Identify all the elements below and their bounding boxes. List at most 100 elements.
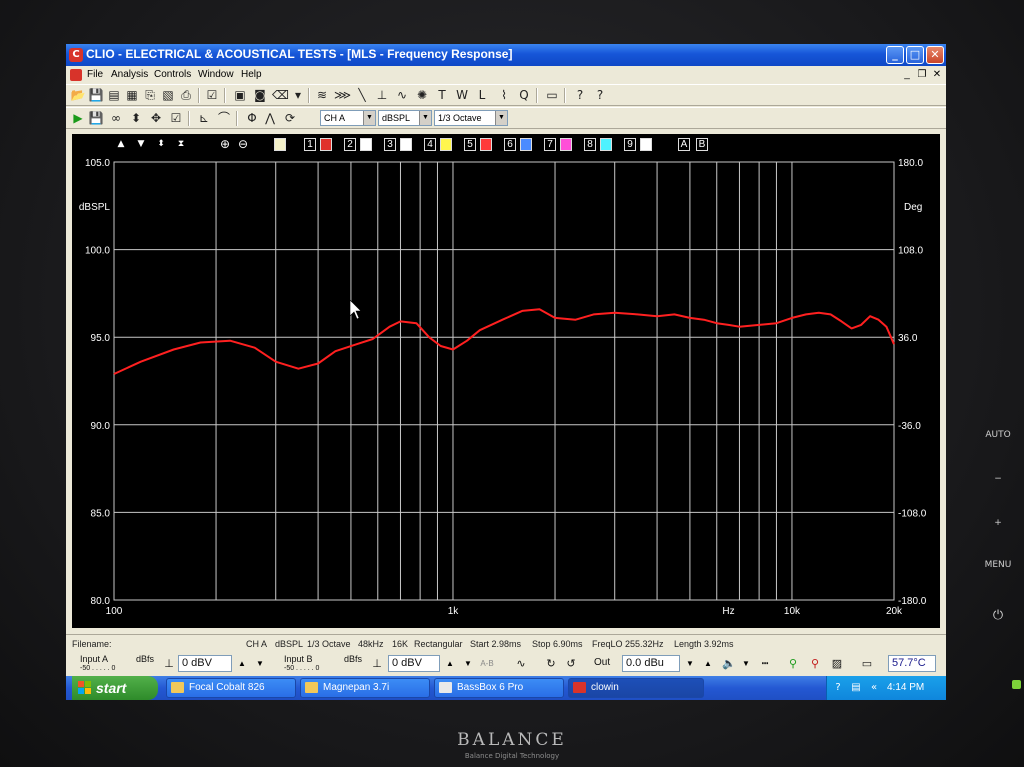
generator-icon[interactable]: ┅ (758, 657, 772, 671)
task-bassbox[interactable]: BassBox 6 Pro (434, 678, 564, 698)
input-b-up-icon[interactable]: ▲ (446, 659, 454, 668)
input-a-up-icon[interactable]: ▲ (238, 659, 246, 668)
arrow-tray-icon[interactable]: « (867, 681, 881, 695)
trace-5-button[interactable]: 5 (464, 138, 476, 151)
wave-icon[interactable]: ∿ (394, 88, 410, 103)
task-focal-cobalt[interactable]: Focal Cobalt 826 (166, 678, 296, 698)
task-magnepan[interactable]: Magnepan 3.7i (300, 678, 430, 698)
title-bar[interactable]: C CLIO - ELECTRICAL & ACOUSTICAL TESTS -… (66, 44, 946, 66)
menu-help[interactable]: Help (241, 69, 262, 80)
output-menu-icon[interactable]: ▼ (742, 659, 750, 668)
mdi-close-icon[interactable]: ✕ (930, 69, 944, 81)
menu-controls[interactable]: Controls (154, 69, 191, 80)
curve-icon[interactable]: ⌒ (216, 111, 232, 126)
output-up-icon[interactable]: ▲ (704, 659, 712, 668)
network-tray-icon[interactable]: ▤ (849, 681, 863, 695)
mdi-child-icon[interactable] (70, 69, 82, 81)
menu-window[interactable]: Window (198, 69, 234, 80)
refresh-icon[interactable]: ⟳ (282, 111, 298, 126)
speaker-icon[interactable]: 🔈 (722, 657, 736, 671)
trace-5-color-swatch[interactable] (480, 138, 492, 151)
loop-device-icon[interactable]: ▭ (860, 657, 874, 671)
minimize-button[interactable]: _ (886, 46, 904, 64)
snapshot-icon[interactable]: ◙ (252, 88, 268, 103)
marker-icon[interactable]: ⬍ (128, 111, 144, 126)
linearity-icon[interactable]: ⌇ (496, 88, 512, 103)
a-to-b-icon[interactable]: A-B (480, 657, 494, 671)
close-button[interactable]: ✕ (926, 46, 944, 64)
ts-icon[interactable]: T (434, 88, 450, 103)
trace-4-color-swatch[interactable] (440, 138, 452, 151)
move-icon[interactable]: ✥ (148, 111, 164, 126)
save-icon[interactable]: 💾 (88, 88, 104, 103)
mls-icon[interactable]: ╲ (354, 88, 370, 103)
overlay-a-button[interactable]: A (678, 138, 690, 151)
trace-9-color-swatch[interactable] (640, 138, 652, 151)
dropdown-icon[interactable]: ▾ (290, 88, 306, 103)
frequency-response-chart[interactable]: 105.0100.095.090.085.080.0180.0108.036.0… (72, 134, 940, 628)
impulse-icon[interactable]: ⊾ (196, 111, 212, 126)
save-as-icon[interactable]: ▤ (106, 88, 122, 103)
zoom-in-icon[interactable]: ⊕ (218, 138, 232, 150)
phantom-a-icon[interactable]: ↻ (544, 657, 558, 671)
mdi-restore-icon[interactable]: ❐ (915, 69, 929, 81)
help-tray-icon[interactable]: ? (831, 681, 845, 695)
wavelet-icon[interactable]: W (454, 88, 470, 103)
trace-7-color-swatch[interactable] (560, 138, 572, 151)
save-icon[interactable]: 💾 (88, 111, 104, 126)
channel-select[interactable]: CH A ▼ (320, 110, 376, 126)
eraser-icon[interactable]: ⌫ (272, 88, 289, 103)
trace-2-color-swatch[interactable] (360, 138, 372, 151)
loop-icon[interactable]: ∞ (108, 111, 124, 126)
trace-9-button[interactable]: 9 (624, 138, 636, 151)
phantom-b-icon[interactable]: ↺ (564, 657, 578, 671)
units-select[interactable]: dBSPL ▼ (378, 110, 432, 126)
monitor-icon[interactable]: ▭ (544, 88, 560, 103)
start-button[interactable]: start (72, 676, 158, 700)
mdi-minimize-icon[interactable]: _ (900, 69, 914, 81)
trace-6-color-swatch[interactable] (520, 138, 532, 151)
leq-icon[interactable]: L (474, 88, 490, 103)
input-b-gain[interactable]: 0 dBV (388, 655, 440, 672)
calibration-icon[interactable]: ▨ (830, 657, 844, 671)
quality-control-icon[interactable]: Q (516, 88, 532, 103)
minus-button[interactable]: − (968, 474, 1024, 484)
multimeter-icon[interactable]: ≋ (314, 88, 330, 103)
expand-icon[interactable]: ⬍ (156, 139, 166, 149)
compress-icon[interactable]: ⧗ (176, 139, 186, 149)
output-down-icon[interactable]: ▼ (686, 659, 694, 668)
menu-analysis[interactable]: Analysis (111, 69, 148, 80)
print-icon[interactable]: ⎙ (178, 88, 194, 103)
trace-2-button[interactable]: 2 (344, 138, 356, 151)
maximize-button[interactable]: □ (906, 46, 924, 64)
copy-icon[interactable]: ⎘ (142, 88, 158, 103)
task-clowin[interactable]: clowin (568, 678, 704, 698)
menu-file[interactable]: File (87, 69, 103, 80)
overlay-b-button[interactable]: B (696, 138, 708, 151)
export-icon[interactable]: ▦ (124, 88, 140, 103)
trace-8-button[interactable]: 8 (584, 138, 596, 151)
output-level[interactable]: 0.0 dBu (622, 655, 680, 672)
trace-4-button[interactable]: 4 (424, 138, 436, 151)
input-a-down-icon[interactable]: ▼ (256, 659, 264, 668)
smoothing-select[interactable]: 1/3 Octave ▼ (434, 110, 508, 126)
trace-3-color-swatch[interactable] (400, 138, 412, 151)
trace-1-button[interactable]: 1 (304, 138, 316, 151)
power-icon[interactable]: ⏻ (968, 608, 1024, 623)
notes-icon[interactable]: ☑ (204, 88, 220, 103)
notes-swatch[interactable] (274, 138, 286, 151)
trace-8-color-swatch[interactable] (600, 138, 612, 151)
mic-b-icon[interactable]: ⚲ (808, 657, 822, 671)
go-icon[interactable]: ▶ (70, 111, 86, 126)
trace-7-button[interactable]: 7 (544, 138, 556, 151)
scale-down-icon[interactable]: ▼ (136, 139, 146, 149)
context-help-icon[interactable]: ? (592, 88, 608, 103)
waterfall-icon[interactable]: ✺ (414, 88, 430, 103)
menu-button[interactable]: MENU (968, 560, 1024, 570)
trace-6-button[interactable]: 6 (504, 138, 516, 151)
auto-button[interactable]: AUTO (968, 430, 1024, 440)
fft-icon[interactable]: ⋙ (334, 88, 351, 103)
phase-icon[interactable]: Φ (244, 111, 260, 126)
plus-button[interactable]: + (968, 518, 1024, 528)
help-icon[interactable]: ? (572, 88, 588, 103)
